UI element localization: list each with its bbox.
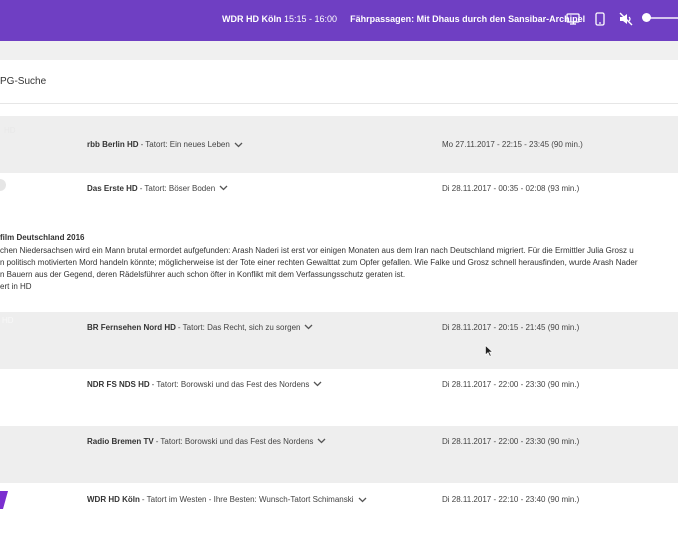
list-item[interactable]: Das Erste HD - Tatort: Böser Boden Di 28… [0, 173, 678, 230]
now-playing-time: 15:15 - 16:00 [284, 14, 338, 24]
program-title: - Tatort: Borowski und das Fest des Nord… [155, 436, 314, 446]
channel-logo: HD [4, 126, 16, 135]
broadcast-time: Di 28.11.2017 - 22:00 - 23:30 (90 min.) [442, 436, 580, 446]
channel-logo [0, 369, 40, 426]
chevron-down-icon[interactable] [358, 497, 367, 503]
mute-icon[interactable] [619, 12, 633, 26]
channel-name: Radio Bremen TV [87, 436, 154, 446]
list-item[interactable]: Radio Bremen TV - Tatort: Borowski und d… [0, 426, 678, 483]
detail-heading: film Deutschland 2016 [0, 233, 85, 242]
page-header: PG-Suche [0, 60, 678, 104]
chevron-down-icon[interactable] [304, 324, 313, 330]
channel-logo [0, 426, 40, 483]
channel-logo: HD [2, 316, 14, 325]
program-title: - Tatort: Böser Boden [139, 183, 216, 193]
broadcast-time: Di 28.11.2017 - 22:00 - 23:30 (90 min.) [442, 379, 580, 389]
channel-name: WDR HD Köln [87, 495, 140, 504]
detail-text: ert in HD [0, 282, 32, 291]
detail-text: chen Niedersachsen wird ein Mann brutal … [0, 246, 634, 255]
program-title: - Tatort: Das Recht, sich zu sorgen [177, 322, 301, 332]
detail-text: n politisch motivierten Mord handeln kön… [0, 258, 638, 267]
top-bar: WDR HD Köln 15:15 - 16:00 Fährpassagen: … [0, 0, 678, 41]
channel-name: NDR FS NDS HD [87, 379, 150, 389]
program-info[interactable]: Das Erste HD - Tatort: Böser Boden [87, 173, 228, 203]
program-title: - Tatort im Westen - Ihre Besten: Wunsch… [141, 495, 354, 504]
volume-knob[interactable] [642, 13, 651, 22]
broadcast-time: Mo 27.11.2017 - 22:15 - 23:45 (90 min.) [442, 140, 583, 149]
program-info[interactable]: rbb Berlin HD - Tatort: Ein neues Leben [87, 116, 243, 173]
program-title: - Tatort: Borowski und das Fest des Nord… [151, 379, 310, 389]
program-detail: film Deutschland 2016 chen Niedersachsen… [0, 230, 678, 312]
program-info[interactable]: NDR FS NDS HD - Tatort: Borowski und das… [87, 369, 322, 399]
broadcast-time: Di 28.11.2017 - 00:35 - 02:08 (93 min.) [442, 183, 580, 193]
list-item[interactable]: HD BR Fernsehen Nord HD - Tatort: Das Re… [0, 312, 678, 369]
now-playing[interactable]: WDR HD Köln 15:15 - 16:00 Fährpassagen: … [222, 0, 585, 41]
channel-logo [0, 483, 40, 540]
chevron-down-icon[interactable] [313, 381, 322, 387]
list-item[interactable]: WDR HD Köln - Tatort im Westen - Ihre Be… [0, 483, 678, 540]
volume-slider[interactable] [642, 13, 678, 22]
chevron-down-icon[interactable] [317, 438, 326, 444]
header-shadow [0, 41, 678, 60]
page-title: PG-Suche [0, 76, 47, 87]
channel-name: BR Fernsehen Nord HD [87, 322, 176, 332]
detail-text: n Bauern aus der Gegend, deren Rädelsfüh… [0, 270, 406, 279]
list-item[interactable]: NDR FS NDS HD - Tatort: Borowski und das… [0, 369, 678, 426]
broadcast-time: Di 28.11.2017 - 22:10 - 23:40 (90 min.) [442, 495, 580, 504]
channel-name: rbb Berlin HD [87, 140, 139, 149]
tv-icon[interactable] [566, 12, 580, 26]
mouse-cursor-icon [485, 345, 493, 357]
now-playing-program: Fährpassagen: Mit Dhaus durch den Sansib… [350, 14, 586, 24]
channel-name: Das Erste HD [87, 183, 138, 193]
program-info[interactable]: WDR HD Köln - Tatort im Westen - Ihre Be… [87, 483, 367, 516]
program-info[interactable]: BR Fernsehen Nord HD - Tatort: Das Recht… [87, 312, 313, 342]
channel-logo [0, 173, 40, 230]
list-item[interactable]: HD rbb Berlin HD - Tatort: Ein neues Leb… [0, 116, 678, 173]
wdr-logo-icon [0, 491, 8, 509]
chevron-down-icon[interactable] [219, 185, 228, 191]
program-title: - Tatort: Ein neues Leben [140, 140, 230, 149]
phone-icon[interactable] [593, 12, 607, 26]
broadcast-time: Di 28.11.2017 - 20:15 - 21:45 (90 min.) [442, 322, 580, 332]
now-playing-channel: WDR HD Köln [222, 14, 282, 24]
chevron-down-icon[interactable] [234, 142, 243, 148]
program-info[interactable]: Radio Bremen TV - Tatort: Borowski und d… [87, 426, 326, 456]
